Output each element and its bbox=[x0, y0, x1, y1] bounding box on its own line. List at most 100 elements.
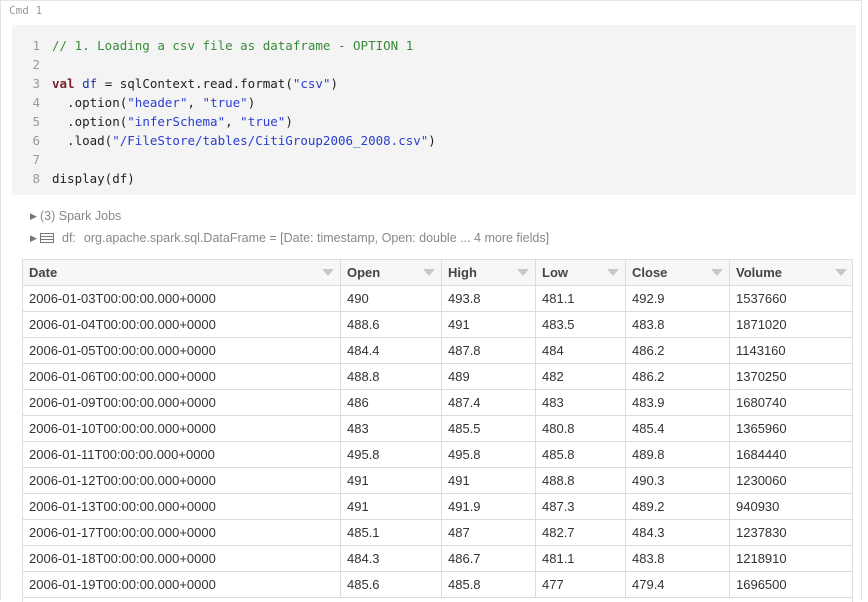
code-text: // 1. Loading a csv file as dataframe - … bbox=[52, 36, 413, 55]
table-cell: 487.8 bbox=[441, 337, 536, 364]
code-editor[interactable]: 1 // 1. Loading a csv file as dataframe -… bbox=[12, 25, 856, 195]
table-cell: 489.2 bbox=[625, 493, 730, 520]
table-cell: 483.5 bbox=[535, 311, 626, 338]
table-cell: 485.5 bbox=[441, 415, 536, 442]
spark-jobs-label: (3) Spark Jobs bbox=[40, 209, 122, 223]
table-cell: 2006-01-09T00:00:00.000+0000 bbox=[23, 389, 341, 416]
spark-jobs-toggle[interactable]: ▶ (3) Spark Jobs bbox=[30, 207, 121, 225]
table-cell: 940930 bbox=[729, 493, 852, 520]
sort-dropdown-icon[interactable] bbox=[322, 269, 334, 276]
code-text: .option("header", "true") bbox=[52, 93, 255, 112]
code-text: val df = sqlContext.read.format("csv") bbox=[52, 74, 338, 93]
table-cell: 484.3 bbox=[625, 519, 730, 546]
results-table: Date Open High Low Close Volume 2006-01-03T00… bbox=[22, 259, 853, 602]
column-header-low[interactable]: Low bbox=[535, 260, 626, 286]
table-cell: 2006-01-13T00:00:00.000+0000 bbox=[23, 493, 341, 520]
table-cell: 488.8 bbox=[535, 467, 626, 494]
code-token: .option( bbox=[52, 114, 128, 129]
chevron-right-icon: ▶ bbox=[30, 211, 37, 221]
column-header-label: Open bbox=[347, 265, 381, 280]
table-cell: 481.1 bbox=[535, 545, 626, 572]
code-line: 7 bbox=[12, 150, 40, 169]
column-header-open[interactable]: Open bbox=[340, 260, 442, 286]
table-cell: 495.8 bbox=[340, 441, 442, 468]
table-cell: 479.4 bbox=[625, 571, 730, 598]
cmd-label: Cmd 1 bbox=[9, 4, 43, 17]
table-cell: 2006-01-06T00:00:00.000+0000 bbox=[23, 363, 341, 390]
code-token: ) bbox=[330, 76, 339, 91]
table-cell: 491 bbox=[340, 493, 442, 520]
sort-dropdown-icon[interactable] bbox=[711, 269, 723, 276]
table-icon bbox=[40, 233, 54, 243]
code-token: display(df) bbox=[52, 171, 135, 186]
table-cell: 1143160 bbox=[729, 337, 852, 364]
column-header-label: Volume bbox=[736, 265, 782, 280]
code-token: = sqlContext.read.format( bbox=[97, 76, 293, 91]
table-cell: 2006-01-18T00:00:00.000+0000 bbox=[23, 545, 341, 572]
dataframe-schema-toggle[interactable]: ▶ df: org.apache.spark.sql.DataFrame = [… bbox=[30, 229, 549, 247]
table-cell: 482 bbox=[535, 363, 626, 390]
line-number: 8 bbox=[32, 171, 40, 186]
table-cell: 487 bbox=[441, 519, 536, 546]
code-token: val bbox=[52, 76, 75, 91]
line-number: 3 bbox=[32, 76, 40, 91]
code-token: // 1. Loading a csv file as dataframe - … bbox=[52, 38, 414, 53]
table-cell: 485.4 bbox=[625, 415, 730, 442]
code-text: .load("/FileStore/tables/CitiGroup2006_2… bbox=[52, 131, 436, 150]
table-cell: 2006-01-17T00:00:00.000+0000 bbox=[23, 519, 341, 546]
code-token: .option( bbox=[52, 95, 128, 110]
table-cell: 491 bbox=[441, 467, 536, 494]
table-cell: 490.3 bbox=[625, 467, 730, 494]
table-row: 2006-01-12T00:00:00.000+0000 491 491 488.8 4… bbox=[23, 467, 852, 494]
code-text: display(df) bbox=[52, 169, 135, 188]
code-token: ) bbox=[247, 95, 256, 110]
table-row: 2006-01-17T00:00:00.000+0000 485.1 487 482.… bbox=[23, 519, 852, 546]
table-cell: 2006-01-19T00:00:00.000+0000 bbox=[23, 571, 341, 598]
code-line: 8 display(df) bbox=[12, 169, 134, 188]
code-token: "inferSchema" bbox=[127, 114, 226, 129]
sort-dropdown-icon[interactable] bbox=[423, 269, 435, 276]
column-header-close[interactable]: Close bbox=[625, 260, 730, 286]
table-cell: 483.9 bbox=[625, 389, 730, 416]
code-token: "header" bbox=[127, 95, 188, 110]
code-line: 2 bbox=[12, 55, 40, 74]
line-number: 4 bbox=[32, 95, 40, 110]
code-token: , bbox=[225, 114, 241, 129]
line-number: 7 bbox=[32, 152, 40, 167]
code-token: "true" bbox=[240, 114, 286, 129]
table-cell: 483.8 bbox=[625, 545, 730, 572]
table-cell: 491 bbox=[441, 311, 536, 338]
table-cell: 482.7 bbox=[535, 519, 626, 546]
sort-dropdown-icon[interactable] bbox=[835, 269, 847, 276]
table-cell: 1680740 bbox=[729, 389, 852, 416]
line-number: 5 bbox=[32, 114, 40, 129]
table-cell: 481.1 bbox=[535, 285, 626, 312]
table-cell: 493.8 bbox=[441, 285, 536, 312]
table-row: 2006-01-11T00:00:00.000+0000 495.8 495.8 48… bbox=[23, 441, 852, 468]
sort-dropdown-icon[interactable] bbox=[607, 269, 619, 276]
column-header-volume[interactable]: Volume bbox=[729, 260, 852, 286]
table-cell: 492.9 bbox=[625, 285, 730, 312]
table-row: 2006-01-13T00:00:00.000+0000 491 491.9 487.… bbox=[23, 493, 852, 520]
sort-dropdown-icon[interactable] bbox=[517, 269, 529, 276]
table-cell: 480.8 bbox=[535, 415, 626, 442]
chevron-right-icon: ▶ bbox=[30, 233, 37, 243]
table-cell: 488.6 bbox=[340, 311, 442, 338]
table-cell: 489 bbox=[441, 363, 536, 390]
table-cell: 485.8 bbox=[441, 571, 536, 598]
column-header-high[interactable]: High bbox=[441, 260, 536, 286]
column-header-date[interactable]: Date bbox=[23, 260, 341, 286]
code-line: 5 .option("inferSchema", "true") bbox=[12, 112, 292, 131]
table-row: 2006-01-06T00:00:00.000+0000 488.8 489 482 4… bbox=[23, 363, 852, 390]
table-cell: 1370250 bbox=[729, 363, 852, 390]
code-token: ) bbox=[285, 114, 293, 129]
code-token: df bbox=[82, 76, 98, 91]
code-line: 3 val df = sqlContext.read.format("csv") bbox=[12, 74, 338, 93]
table-cell: 487.4 bbox=[441, 389, 536, 416]
code-line: 6 .load("/FileStore/tables/CitiGroup2006… bbox=[12, 131, 435, 150]
table-cell: 495.8 bbox=[441, 441, 536, 468]
code-text: .option("inferSchema", "true") bbox=[52, 112, 293, 131]
table-cell: 1696500 bbox=[729, 571, 852, 598]
code-token: "csv" bbox=[292, 76, 331, 91]
